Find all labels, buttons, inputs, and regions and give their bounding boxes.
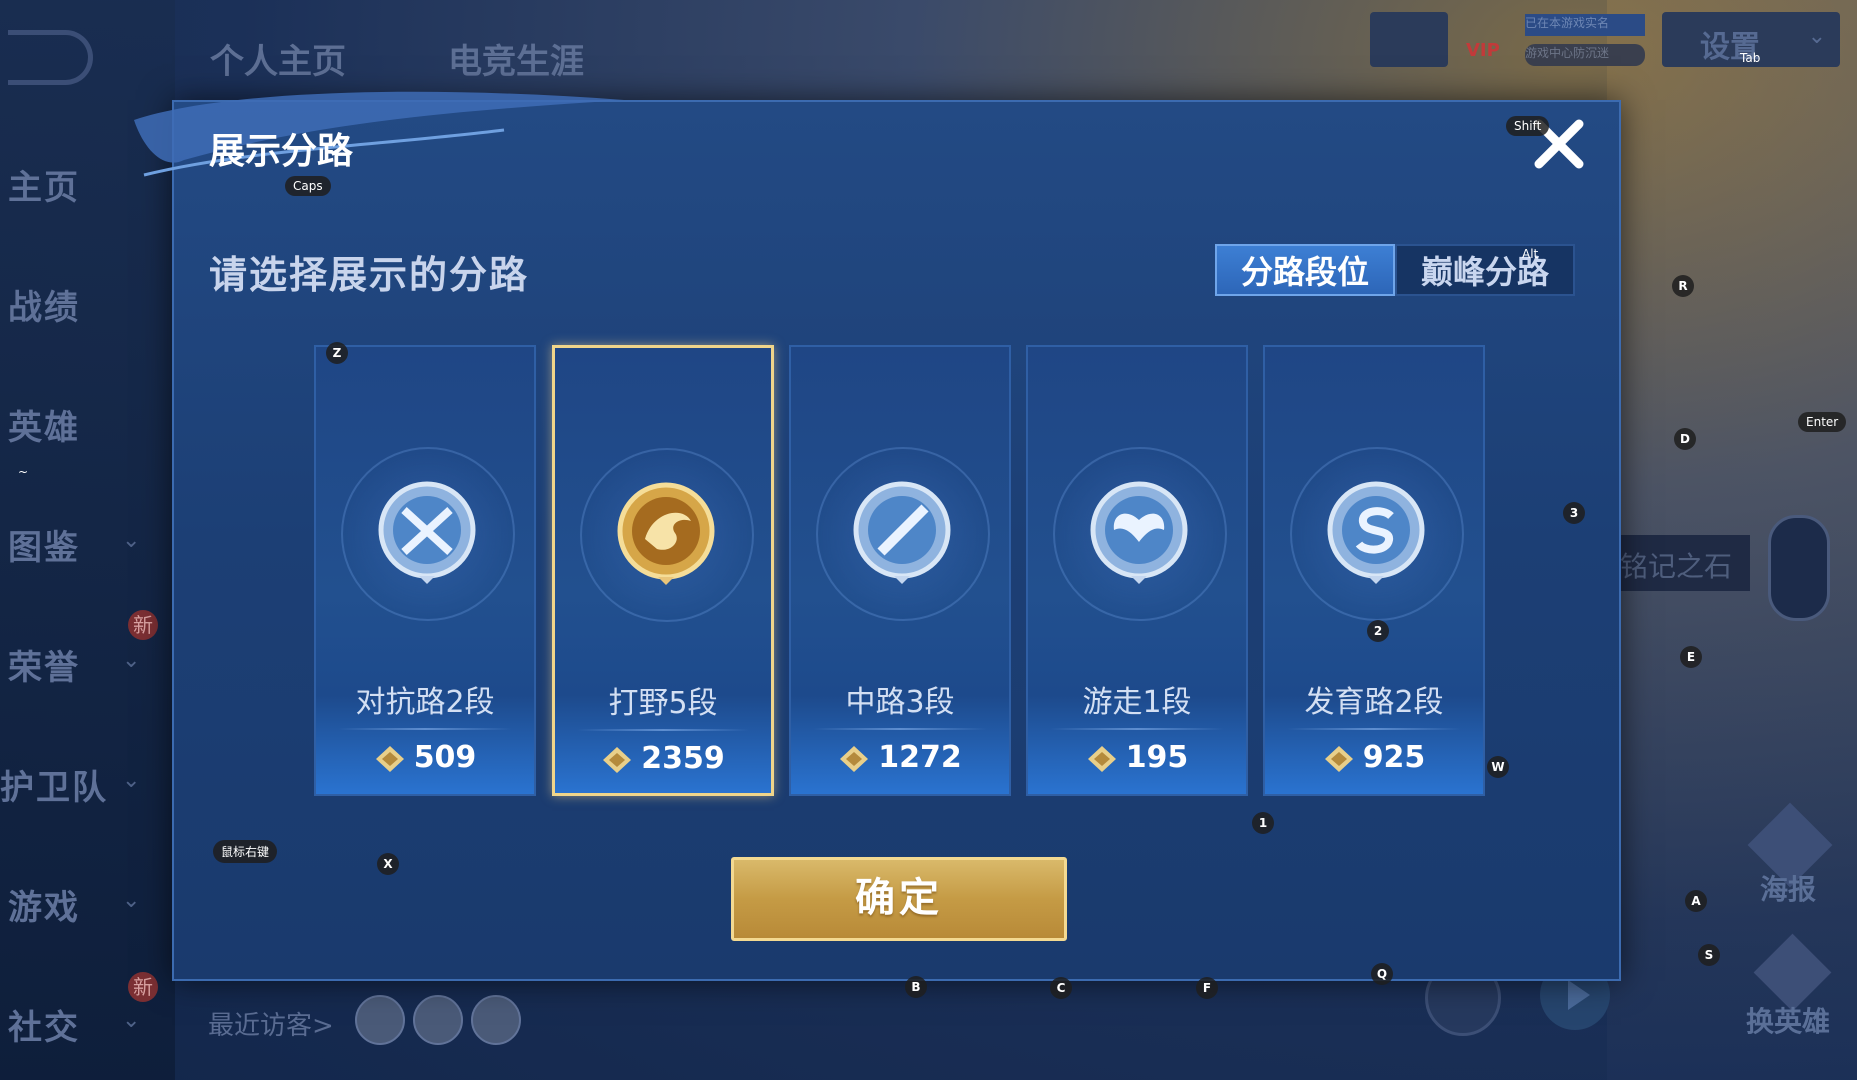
sidebar-item-home[interactable]: 主页	[8, 160, 80, 209]
sidebar-item-heroes[interactable]: 英雄	[8, 400, 80, 449]
dragon-emblem-icon	[617, 482, 715, 585]
key-hint-f: F	[1196, 977, 1218, 999]
key-hint-shift: Shift	[1506, 116, 1550, 136]
s-emblem-icon	[1327, 481, 1425, 584]
recent-visitors-link[interactable]: 最近访客>	[208, 1005, 334, 1042]
visitor-avatar[interactable]	[355, 995, 405, 1045]
key-hint-alt: Alt	[1522, 247, 1539, 261]
sidebar-item-games[interactable]: 游戏	[8, 880, 80, 929]
rank-name: 对抗路2段	[355, 685, 495, 720]
tab-personal-home[interactable]: 个人主页	[210, 34, 346, 83]
key-hint-1: 1	[1252, 812, 1274, 834]
key-hint-tilde: ~	[18, 465, 29, 479]
key-hint-enter: Enter	[1798, 412, 1847, 432]
divider	[1287, 728, 1461, 730]
memorial-stone-button[interactable]: 铭记之石	[1620, 535, 1750, 591]
poster-label: 海报	[1760, 873, 1817, 906]
divider	[1050, 728, 1224, 730]
key-hint-mouse-right: 鼠标右键	[213, 840, 278, 863]
key-hint-c: C	[1050, 977, 1072, 999]
dialog-subtitle: 请选择展示的分路	[209, 253, 530, 297]
new-badge: 新	[128, 972, 158, 1002]
key-hint-tab: Tab	[1740, 51, 1761, 65]
tab-lane-rank[interactable]: 分路段位	[1215, 244, 1395, 296]
key-hint-e: E	[1680, 646, 1702, 668]
key-hint-z: Z	[326, 342, 348, 364]
score-row: 1272	[791, 740, 1009, 775]
dialog-title: 展示分路	[209, 131, 354, 172]
tab-peak-lane[interactable]: 巅峰分路	[1395, 244, 1575, 296]
score-row: 925	[1265, 740, 1483, 775]
rank-points-icon	[375, 745, 404, 772]
crossed-swords-emblem-icon	[378, 481, 476, 584]
realname-notice: 已在本游戏实名	[1525, 14, 1645, 36]
rank-name: 游走1段	[1082, 685, 1192, 720]
visitor-avatar[interactable]	[471, 995, 521, 1045]
chevron-down-icon: ⌄	[122, 1008, 141, 1033]
score-value: 925	[1362, 740, 1426, 775]
tab-esports-career[interactable]: 电竞生涯	[448, 34, 584, 83]
rank-points-icon	[603, 746, 632, 773]
wings-emblem-icon	[1090, 481, 1188, 584]
vip-badge[interactable]: VIP	[1466, 40, 1500, 61]
memorial-stone-label: 铭记之石	[1620, 550, 1733, 583]
rank-name: 打野5段	[608, 686, 718, 721]
divider	[813, 728, 987, 730]
sidebar-item-records[interactable]: 战绩	[8, 280, 80, 329]
key-hint-b: B	[905, 976, 927, 998]
score-row: 509	[316, 740, 534, 775]
chevron-down-icon: ⌄	[122, 888, 141, 913]
chevron-down-icon: ⌄	[1807, 24, 1826, 49]
chevron-down-icon: ⌄	[122, 528, 141, 553]
rank-points-icon	[1087, 745, 1116, 772]
rank-name: 发育路2段	[1304, 685, 1444, 720]
show-lane-dialog: 展示分路 请选择展示的分路 分路段位 巅峰分路 对抗路2段 509 打野5段 2…	[134, 91, 1621, 981]
lane-card-mid[interactable]: 中路3段 1272	[789, 345, 1011, 796]
rank-points-icon	[1324, 745, 1353, 772]
key-hint-2: 2	[1367, 620, 1389, 642]
score-value: 1272	[878, 740, 962, 775]
score-value: 195	[1125, 740, 1189, 775]
chevron-down-icon: ⌄	[122, 648, 141, 673]
rank-name: 中路3段	[845, 685, 955, 720]
score-value: 2359	[641, 741, 725, 776]
visitor-avatar[interactable]	[413, 995, 463, 1045]
key-hint-a: A	[1685, 890, 1707, 912]
lane-card-jungle[interactable]: 打野5段 2359	[552, 345, 774, 796]
sidebar-item-guard-team[interactable]: 护卫队	[0, 760, 108, 809]
lane-card-clash[interactable]: 对抗路2段 509	[314, 345, 536, 796]
key-hint-caps: Caps	[285, 176, 331, 196]
new-badge: 新	[128, 610, 158, 640]
key-hint-r: R	[1672, 275, 1694, 297]
anti-addiction-notice: 游戏中心防沉迷	[1525, 44, 1645, 66]
divider	[338, 728, 512, 730]
divider	[577, 729, 749, 731]
confirm-button[interactable]: 确定	[731, 857, 1067, 941]
key-hint-d: D	[1674, 428, 1696, 450]
score-value: 509	[413, 740, 477, 775]
rank-points-icon	[840, 745, 869, 772]
key-hint-q: Q	[1371, 963, 1393, 985]
back-icon[interactable]	[8, 30, 93, 85]
key-hint-s: S	[1698, 944, 1720, 966]
sidebar-item-honor[interactable]: 荣誉	[8, 640, 80, 689]
key-hint-w: W	[1487, 756, 1509, 778]
key-hint-x: X	[377, 853, 399, 875]
key-hint-3: 3	[1563, 502, 1585, 524]
sidebar-item-social[interactable]: 社交	[8, 1000, 80, 1049]
slash-emblem-icon	[853, 481, 951, 584]
score-row: 2359	[555, 741, 771, 776]
change-hero-label: 换英雄	[1746, 1005, 1831, 1038]
scroll-handle[interactable]	[1768, 515, 1830, 621]
chevron-down-icon: ⌄	[122, 768, 141, 793]
lane-card-roam[interactable]: 游走1段 195	[1026, 345, 1248, 796]
bell-icon[interactable]	[1370, 12, 1448, 67]
score-row: 195	[1028, 740, 1246, 775]
lane-card-farm[interactable]: 发育路2段 925	[1263, 345, 1485, 796]
sidebar-item-codex[interactable]: 图鉴	[8, 520, 80, 569]
title-swoosh-decoration	[134, 91, 624, 177]
